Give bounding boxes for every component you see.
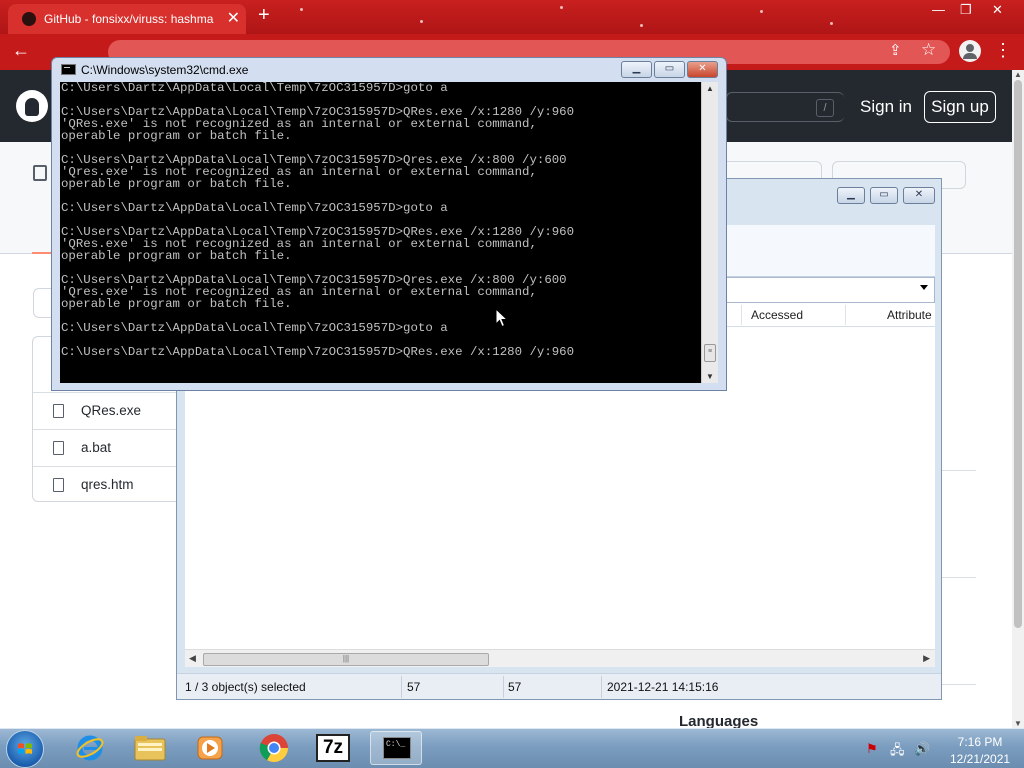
browser-close-button[interactable]: ✕ — [992, 2, 1003, 18]
taskbar-file-explorer[interactable] — [124, 731, 176, 765]
active-tab-underline — [32, 252, 52, 254]
column-accessed[interactable]: Accessed — [751, 308, 803, 322]
horizontal-scrollbar[interactable]: ◀ ||| ▶ — [185, 649, 935, 667]
file-name[interactable]: a.bat — [81, 440, 111, 455]
explorer-close-button[interactable]: ✕ — [903, 187, 935, 204]
scrollbar-thumb[interactable] — [1014, 80, 1022, 628]
status-bar: 1 / 3 object(s) selected 57 57 2021-12-2… — [177, 673, 941, 699]
github-favicon-icon — [22, 12, 36, 26]
action-center-icon[interactable]: ⚑ — [866, 741, 878, 757]
taskbar-media-player[interactable] — [184, 731, 236, 765]
column-attributes[interactable]: Attribute — [887, 308, 932, 322]
file-icon — [53, 404, 64, 418]
share-icon[interactable]: ⇪ — [889, 41, 902, 59]
clock-time: 7:16 PM — [957, 735, 1003, 749]
tab-title: GitHub - fonsixx/viruss: hashma — [44, 12, 214, 26]
cmd-close-button[interactable]: ✕ — [687, 61, 718, 78]
clock-date: 12/21/2021 — [950, 752, 1011, 766]
volume-icon[interactable]: 🔊 — [914, 741, 930, 757]
scrollbar-thumb[interactable]: ||| — [203, 653, 489, 666]
windows-logo-icon — [18, 743, 32, 754]
repo-icon — [33, 165, 47, 181]
folder-icon — [134, 736, 166, 761]
list-item[interactable]: qres.htm — [33, 466, 191, 501]
status-modified: 2021-12-21 14:15:16 — [607, 680, 719, 694]
start-button[interactable] — [6, 730, 44, 768]
scrollbar-thumb[interactable]: ≡ — [704, 344, 716, 362]
7zip-icon: 7z — [316, 734, 350, 762]
browser-restore-button[interactable]: ❐ — [960, 2, 972, 18]
taskbar-command-prompt[interactable]: C:\_ — [370, 731, 422, 765]
column-divider[interactable] — [741, 305, 742, 325]
profile-icon[interactable] — [959, 40, 981, 62]
cmd-window: C:\Windows\system32\cmd.exe ▁ ▭ ✕ C:\Use… — [51, 57, 727, 391]
sign-in-link[interactable]: Sign in — [860, 97, 912, 117]
scroll-down-icon[interactable]: ▼ — [1014, 719, 1022, 728]
sign-up-button[interactable]: Sign up — [924, 91, 996, 123]
network-icon[interactable]: 🖧 — [890, 741, 905, 763]
clock[interactable]: 7:16 PM 12/21/2021 — [950, 734, 1010, 768]
status-divider — [601, 676, 602, 698]
github-search-input[interactable]: / — [726, 92, 844, 122]
scroll-up-icon[interactable]: ▲ — [706, 84, 714, 93]
status-divider — [401, 676, 402, 698]
command-prompt-icon: C:\_ — [383, 737, 411, 759]
status-selection: 1 / 3 object(s) selected — [185, 680, 306, 694]
taskbar-internet-explorer[interactable] — [64, 731, 116, 765]
cmd-minimize-button[interactable]: ▁ — [621, 61, 652, 78]
star-icon[interactable]: ☆ — [921, 40, 936, 60]
media-player-icon — [197, 736, 223, 760]
chevron-down-icon[interactable] — [920, 285, 928, 290]
scroll-right-icon[interactable]: ▶ — [923, 653, 930, 664]
taskbar-7zip[interactable]: 7z — [308, 731, 360, 765]
console-output[interactable]: C:\Users\Dartz\AppData\Local\Temp\7zOC31… — [60, 82, 701, 383]
tab-close-icon[interactable]: ✕ — [227, 8, 240, 28]
back-arrow-icon[interactable]: ← — [12, 40, 30, 61]
file-name[interactable]: qres.htm — [81, 477, 134, 492]
github-logo-icon[interactable] — [16, 90, 48, 122]
page-scrollbar[interactable]: ▲ ▼ — [1012, 70, 1024, 728]
divider — [942, 470, 976, 471]
scroll-down-icon[interactable]: ▼ — [706, 372, 714, 381]
file-name[interactable]: QRes.exe — [81, 403, 141, 418]
taskbar-chrome[interactable] — [248, 731, 300, 765]
console-scrollbar[interactable]: ▲ ≡ ▼ — [701, 82, 718, 383]
explorer-minimize-button[interactable]: ▁ — [837, 187, 865, 204]
cmd-title: C:\Windows\system32\cmd.exe — [81, 63, 249, 77]
list-item[interactable]: QRes.exe — [33, 392, 191, 429]
menu-icon[interactable]: ⋮ — [994, 40, 1012, 61]
mouse-pointer-icon — [495, 308, 508, 328]
cmd-titlebar[interactable]: C:\Windows\system32\cmd.exe ▁ ▭ ✕ — [52, 58, 726, 82]
status-divider — [503, 676, 504, 698]
chrome-icon — [259, 734, 288, 762]
divider — [942, 577, 976, 578]
search-shortcut-key: / — [816, 99, 834, 117]
status-size: 57 — [407, 680, 421, 694]
new-tab-button[interactable]: + — [258, 4, 270, 27]
file-icon — [53, 478, 64, 492]
status-packed-size: 57 — [508, 680, 522, 694]
explorer-maximize-button[interactable]: ▭ — [870, 187, 898, 204]
file-icon — [53, 441, 64, 455]
cmd-maximize-button[interactable]: ▭ — [654, 61, 685, 78]
scroll-left-icon[interactable]: ◀ — [189, 653, 196, 664]
cmd-icon — [61, 64, 76, 75]
divider — [942, 684, 976, 685]
internet-explorer-icon — [76, 735, 104, 761]
browser-tab[interactable]: GitHub - fonsixx/viruss: hashma ✕ — [8, 4, 246, 34]
list-item[interactable]: a.bat — [33, 429, 191, 466]
column-divider[interactable] — [845, 305, 846, 325]
scroll-up-icon[interactable]: ▲ — [1014, 70, 1022, 79]
browser-minimize-button[interactable]: — — [932, 2, 945, 17]
